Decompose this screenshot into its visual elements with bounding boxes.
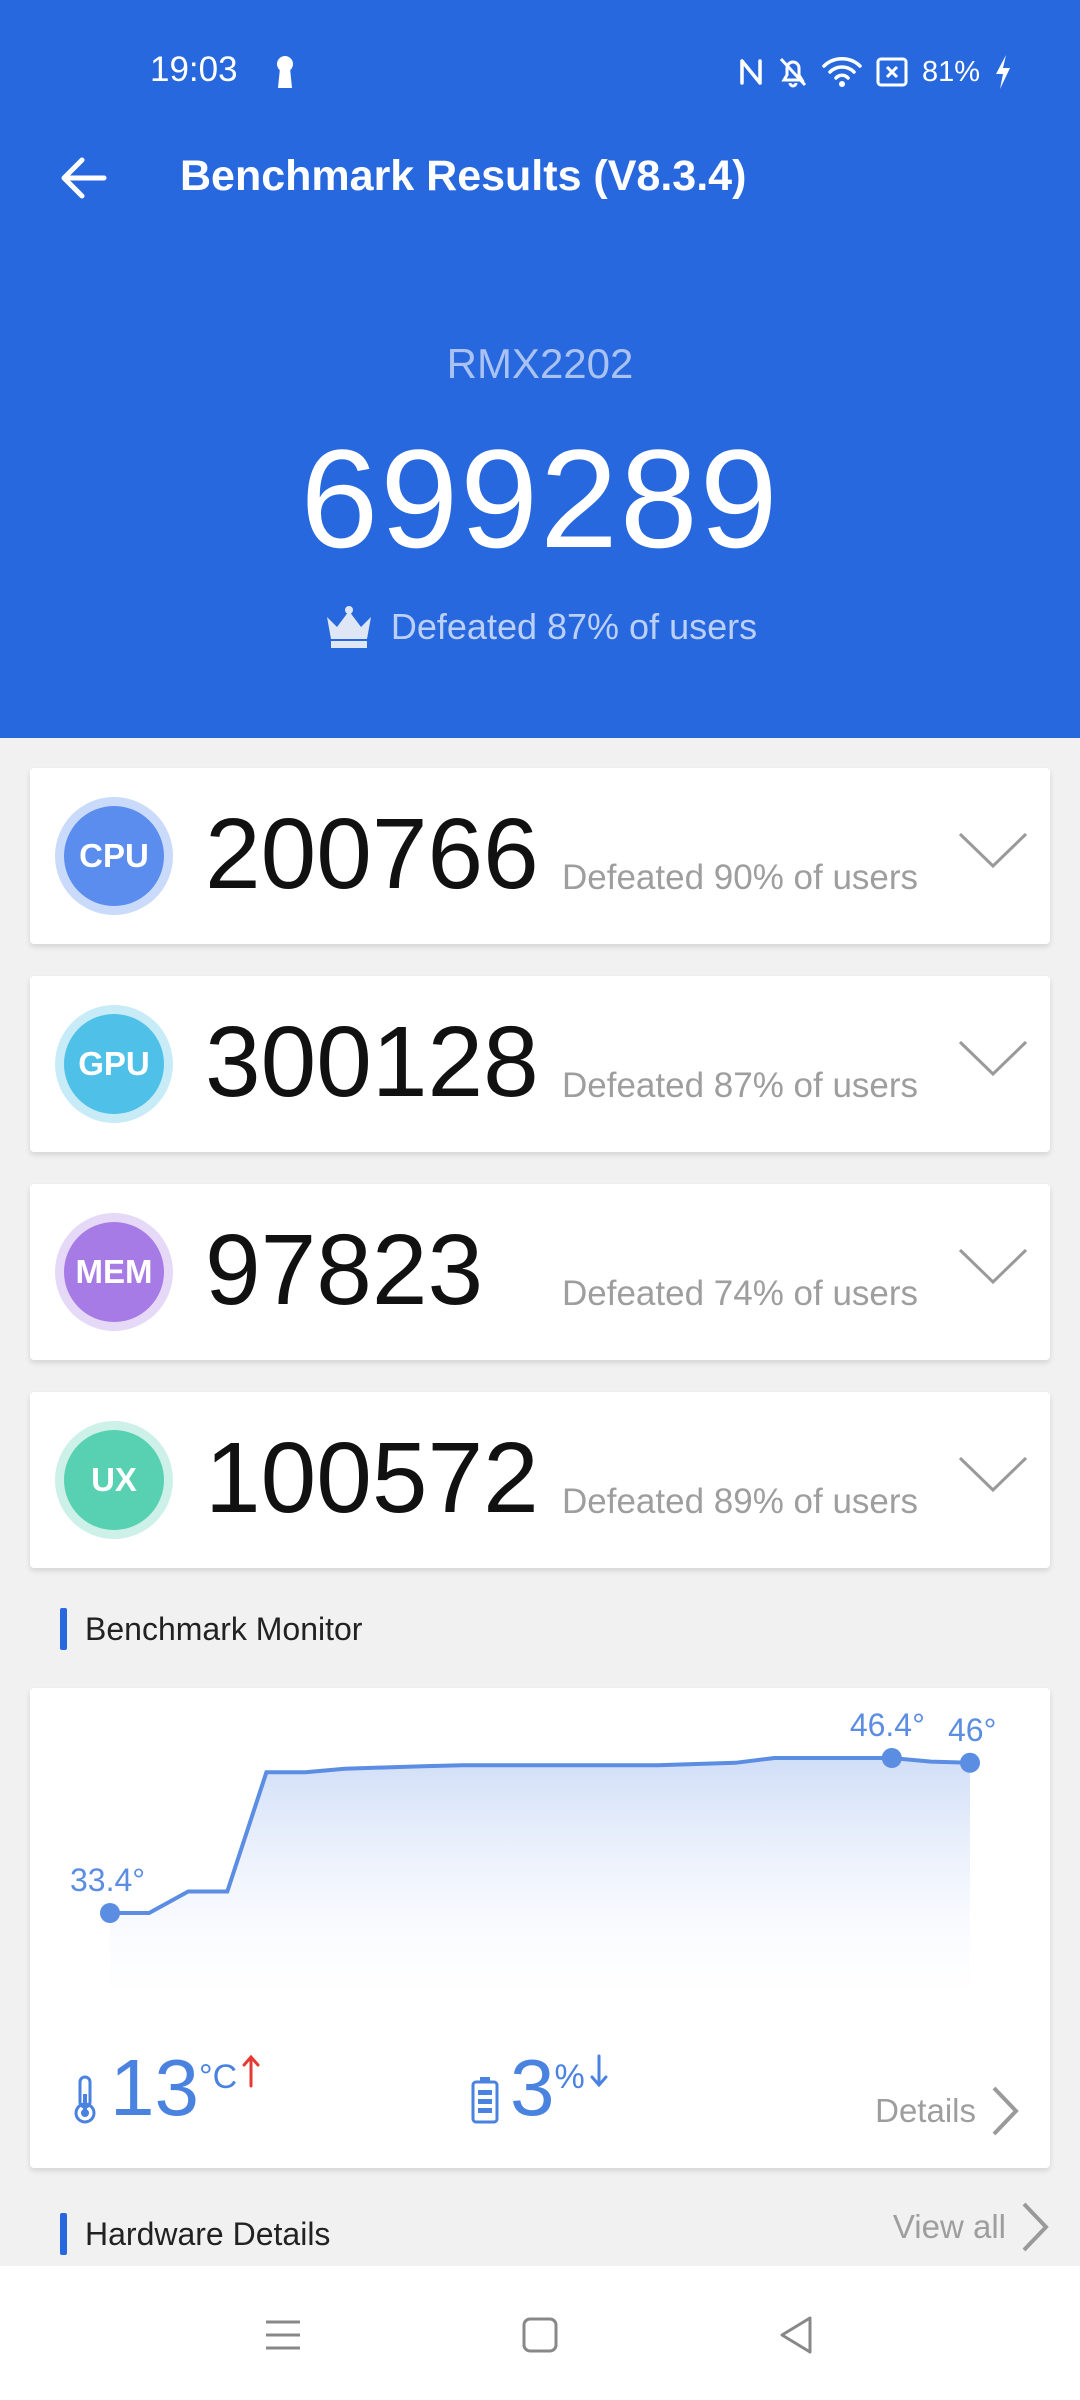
start-point — [100, 1903, 120, 1923]
keyhole-icon — [277, 56, 293, 88]
section-title: Hardware Details — [85, 2215, 331, 2252]
badge-label: UX — [64, 1430, 164, 1530]
app-bar: Benchmark Results (V8.3.4) — [0, 140, 1080, 220]
gpu-badge: GPU — [55, 1005, 173, 1123]
no-sim-icon — [876, 57, 908, 87]
section-marker — [60, 1608, 67, 1650]
cpu-score-card[interactable]: CPU 200766 Defeated 90% of users — [30, 768, 1050, 944]
temperature-chart: 33.4° 46.4° 46° — [70, 1707, 996, 1998]
mem-score: 97823 — [205, 1214, 484, 1326]
end-point — [960, 1752, 980, 1773]
details-link[interactable]: Details — [875, 2084, 1020, 2138]
status-time: 19:03 — [150, 50, 238, 89]
status-bar: 19:03 81% — [0, 0, 1080, 140]
battery-unit: % — [554, 2058, 585, 2096]
thermometer-icon — [74, 2075, 96, 2124]
mem-score-card[interactable]: MEM 97823 Defeated 74% of users — [30, 1184, 1050, 1360]
section-title: Benchmark Monitor — [85, 1610, 363, 1647]
chevron-down-icon[interactable] — [958, 1454, 1028, 1494]
cpu-score: 200766 — [205, 798, 539, 910]
chart-area — [110, 1758, 970, 1998]
nfc-icon — [740, 59, 762, 85]
battery-icon — [471, 2077, 499, 2124]
total-defeated-text: Defeated 87% of users — [390, 606, 758, 647]
menu-icon[interactable] — [258, 2310, 308, 2360]
cpu-defeated-text: Defeated 90% of users — [562, 858, 919, 897]
chevron-right-icon — [1022, 2202, 1049, 2252]
mem-badge: MEM — [55, 1213, 173, 1331]
back-arrow-icon[interactable] — [56, 150, 112, 206]
ux-score-card[interactable]: UX 100572 Defeated 89% of users — [30, 1392, 1050, 1568]
chevron-down-icon[interactable] — [958, 830, 1028, 870]
gpu-score-card[interactable]: GPU 300128 Defeated 87% of users — [30, 976, 1050, 1152]
peak-temp-label: 46.4° — [850, 1707, 925, 1743]
end-temp-label: 46° — [948, 1712, 996, 1748]
ux-score: 100572 — [205, 1422, 539, 1534]
battery-percent: 81% — [921, 55, 980, 88]
peak-point — [881, 1748, 902, 1768]
badge-label: MEM — [64, 1222, 164, 1322]
ux-badge: UX — [55, 1421, 173, 1539]
device-model: RMX2202 — [446, 340, 634, 387]
view-all-link[interactable]: View all — [893, 2200, 1050, 2254]
total-score: 699289 — [300, 420, 780, 577]
mute-bell-icon — [779, 57, 807, 88]
battery-drop-value: 3 — [510, 2043, 555, 2132]
temperature-rise: 13 °C — [70, 2048, 261, 2128]
benchmark-monitor-heading: Benchmark Monitor — [60, 1608, 362, 1650]
chevron-down-icon[interactable] — [958, 1246, 1028, 1286]
battery-drop: 3 % — [470, 2048, 609, 2128]
ux-defeated-text: Defeated 89% of users — [562, 1482, 919, 1521]
wifi-icon — [822, 57, 862, 87]
benchmark-monitor-card: 33.4° 46.4° 46° 13 °C 3 % Details — [30, 1688, 1050, 2168]
section-marker — [60, 2213, 67, 2255]
status-icons: 81% — [738, 52, 1012, 92]
temp-unit: °C — [198, 2058, 238, 2096]
back-triangle-icon[interactable] — [772, 2310, 822, 2360]
arrow-down-icon — [590, 2054, 608, 2088]
chevron-right-icon — [992, 2086, 1019, 2136]
cpu-badge: CPU — [55, 797, 173, 915]
total-rank: Defeated 87% of users — [0, 605, 1080, 649]
details-label: Details — [875, 2092, 976, 2129]
badge-label: CPU — [64, 806, 164, 906]
system-nav-bar — [0, 2266, 1080, 2400]
badge-label: GPU — [64, 1014, 164, 1114]
gpu-score: 300128 — [205, 1006, 539, 1118]
crown-icon — [326, 606, 371, 648]
page-title: Benchmark Results (V8.3.4) — [180, 152, 747, 200]
gpu-defeated-text: Defeated 87% of users — [562, 1066, 919, 1105]
start-temp-label: 33.4° — [70, 1862, 145, 1898]
home-icon[interactable] — [515, 2310, 565, 2360]
chevron-down-icon[interactable] — [958, 1038, 1028, 1078]
header: 19:03 81% Benchmark Results (V8.3.4) RMX… — [0, 0, 1080, 738]
charging-bolt-icon — [996, 55, 1010, 89]
temp-rise-value: 13 — [110, 2043, 199, 2132]
mem-defeated-text: Defeated 74% of users — [562, 1274, 919, 1313]
arrow-up-icon — [242, 2054, 260, 2088]
view-all-label: View all — [892, 2208, 1006, 2245]
hardware-details-heading: Hardware Details — [60, 2213, 330, 2255]
